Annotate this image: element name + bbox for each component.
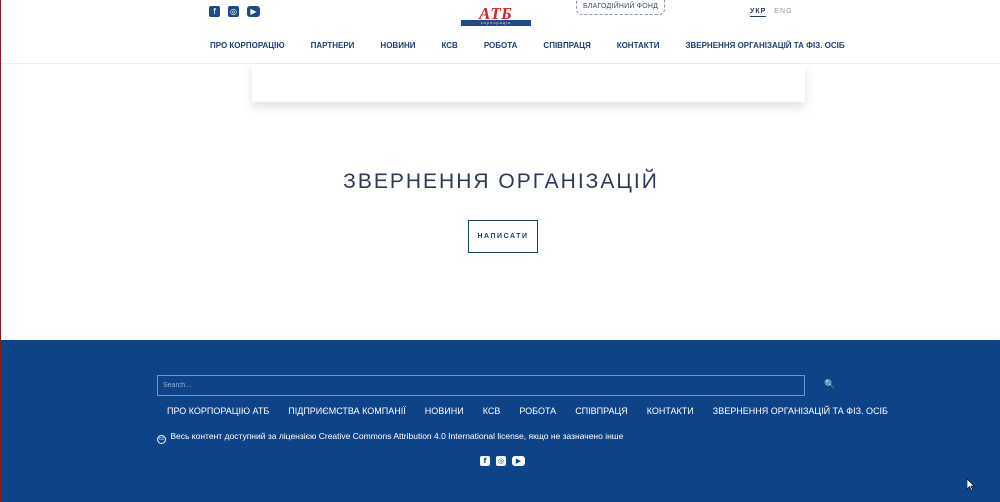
main-nav: ПРО КОРПОРАЦІЮ ПАРТНЕРИ НОВИНИ КСВ РОБОТ…: [210, 41, 845, 50]
youtube-icon[interactable]: ▶: [247, 6, 260, 17]
footer-nav-news[interactable]: НОВИНИ: [425, 406, 464, 416]
nav-contacts[interactable]: КОНТАКТИ: [617, 41, 660, 50]
header-social-links: f ◎ ▶: [209, 6, 260, 17]
youtube-icon[interactable]: ▶: [512, 456, 525, 466]
language-switcher: УКР ENG: [750, 8, 792, 17]
logo-subline: корпорація: [461, 20, 531, 26]
footer-nav-cooperation[interactable]: СПІВПРАЦЯ: [575, 406, 628, 416]
nav-jobs[interactable]: РОБОТА: [484, 41, 518, 50]
footer-nav-contacts[interactable]: КОНТАКТИ: [647, 406, 694, 416]
license-text: Весь контент доступний за ліцензією Crea…: [170, 431, 624, 441]
footer-social-links: f ◎ ▶: [480, 456, 525, 466]
content-card: [252, 64, 805, 102]
license-notice: cc Весь контент доступний за ліцензією C…: [157, 431, 623, 444]
nav-appeals[interactable]: ЗВЕРНЕННЯ ОРГАНІЗАЦІЙ ТА ФІЗ. ОСІБ: [685, 41, 844, 50]
nav-about[interactable]: ПРО КОРПОРАЦІЮ: [210, 41, 285, 50]
instagram-icon[interactable]: ◎: [496, 456, 506, 466]
facebook-icon[interactable]: f: [480, 456, 490, 466]
write-button[interactable]: НАПИСАТИ: [468, 220, 538, 253]
search-icon[interactable]: 🔍: [823, 378, 837, 392]
page-title: ЗВЕРНЕННЯ ОРГАНІЗАЦІЙ: [343, 170, 659, 193]
nav-cooperation[interactable]: СПІВПРАЦЯ: [543, 41, 590, 50]
atb-logo[interactable]: АТБ корпорація: [461, 4, 531, 27]
nav-news[interactable]: НОВИНИ: [380, 41, 415, 50]
site-header: f ◎ ▶ АТБ корпорація БЛАГОДІЙНИЙ ФОНД УК…: [1, 0, 1000, 64]
charity-fund-link[interactable]: БЛАГОДІЙНИЙ ФОНД: [576, 0, 666, 15]
footer-nav: ПРО КОРПОРАЦІЮ АТБ ПІДПРИЄМСТВА КОМПАНІЇ…: [167, 406, 888, 416]
footer-nav-csr[interactable]: КСВ: [483, 406, 501, 416]
nav-csr[interactable]: КСВ: [441, 41, 457, 50]
lang-ukr[interactable]: УКР: [750, 8, 767, 17]
nav-partners[interactable]: ПАРТНЕРИ: [311, 41, 355, 50]
site-footer: 🔍 ПРО КОРПОРАЦІЮ АТБ ПІДПРИЄМСТВА КОМПАН…: [1, 340, 1000, 502]
creative-commons-icon: cc: [157, 435, 166, 444]
footer-nav-jobs[interactable]: РОБОТА: [519, 406, 556, 416]
facebook-icon[interactable]: f: [209, 6, 220, 17]
instagram-icon[interactable]: ◎: [228, 6, 239, 17]
footer-nav-appeals[interactable]: ЗВЕРНЕННЯ ОРГАНІЗАЦІЙ ТА ФІЗ. ОСІБ: [713, 406, 888, 416]
footer-nav-about[interactable]: ПРО КОРПОРАЦІЮ АТБ: [167, 406, 269, 416]
lang-eng[interactable]: ENG: [774, 8, 792, 17]
search-input[interactable]: [157, 375, 805, 396]
footer-nav-companies[interactable]: ПІДПРИЄМСТВА КОМПАНІЇ: [288, 406, 406, 416]
